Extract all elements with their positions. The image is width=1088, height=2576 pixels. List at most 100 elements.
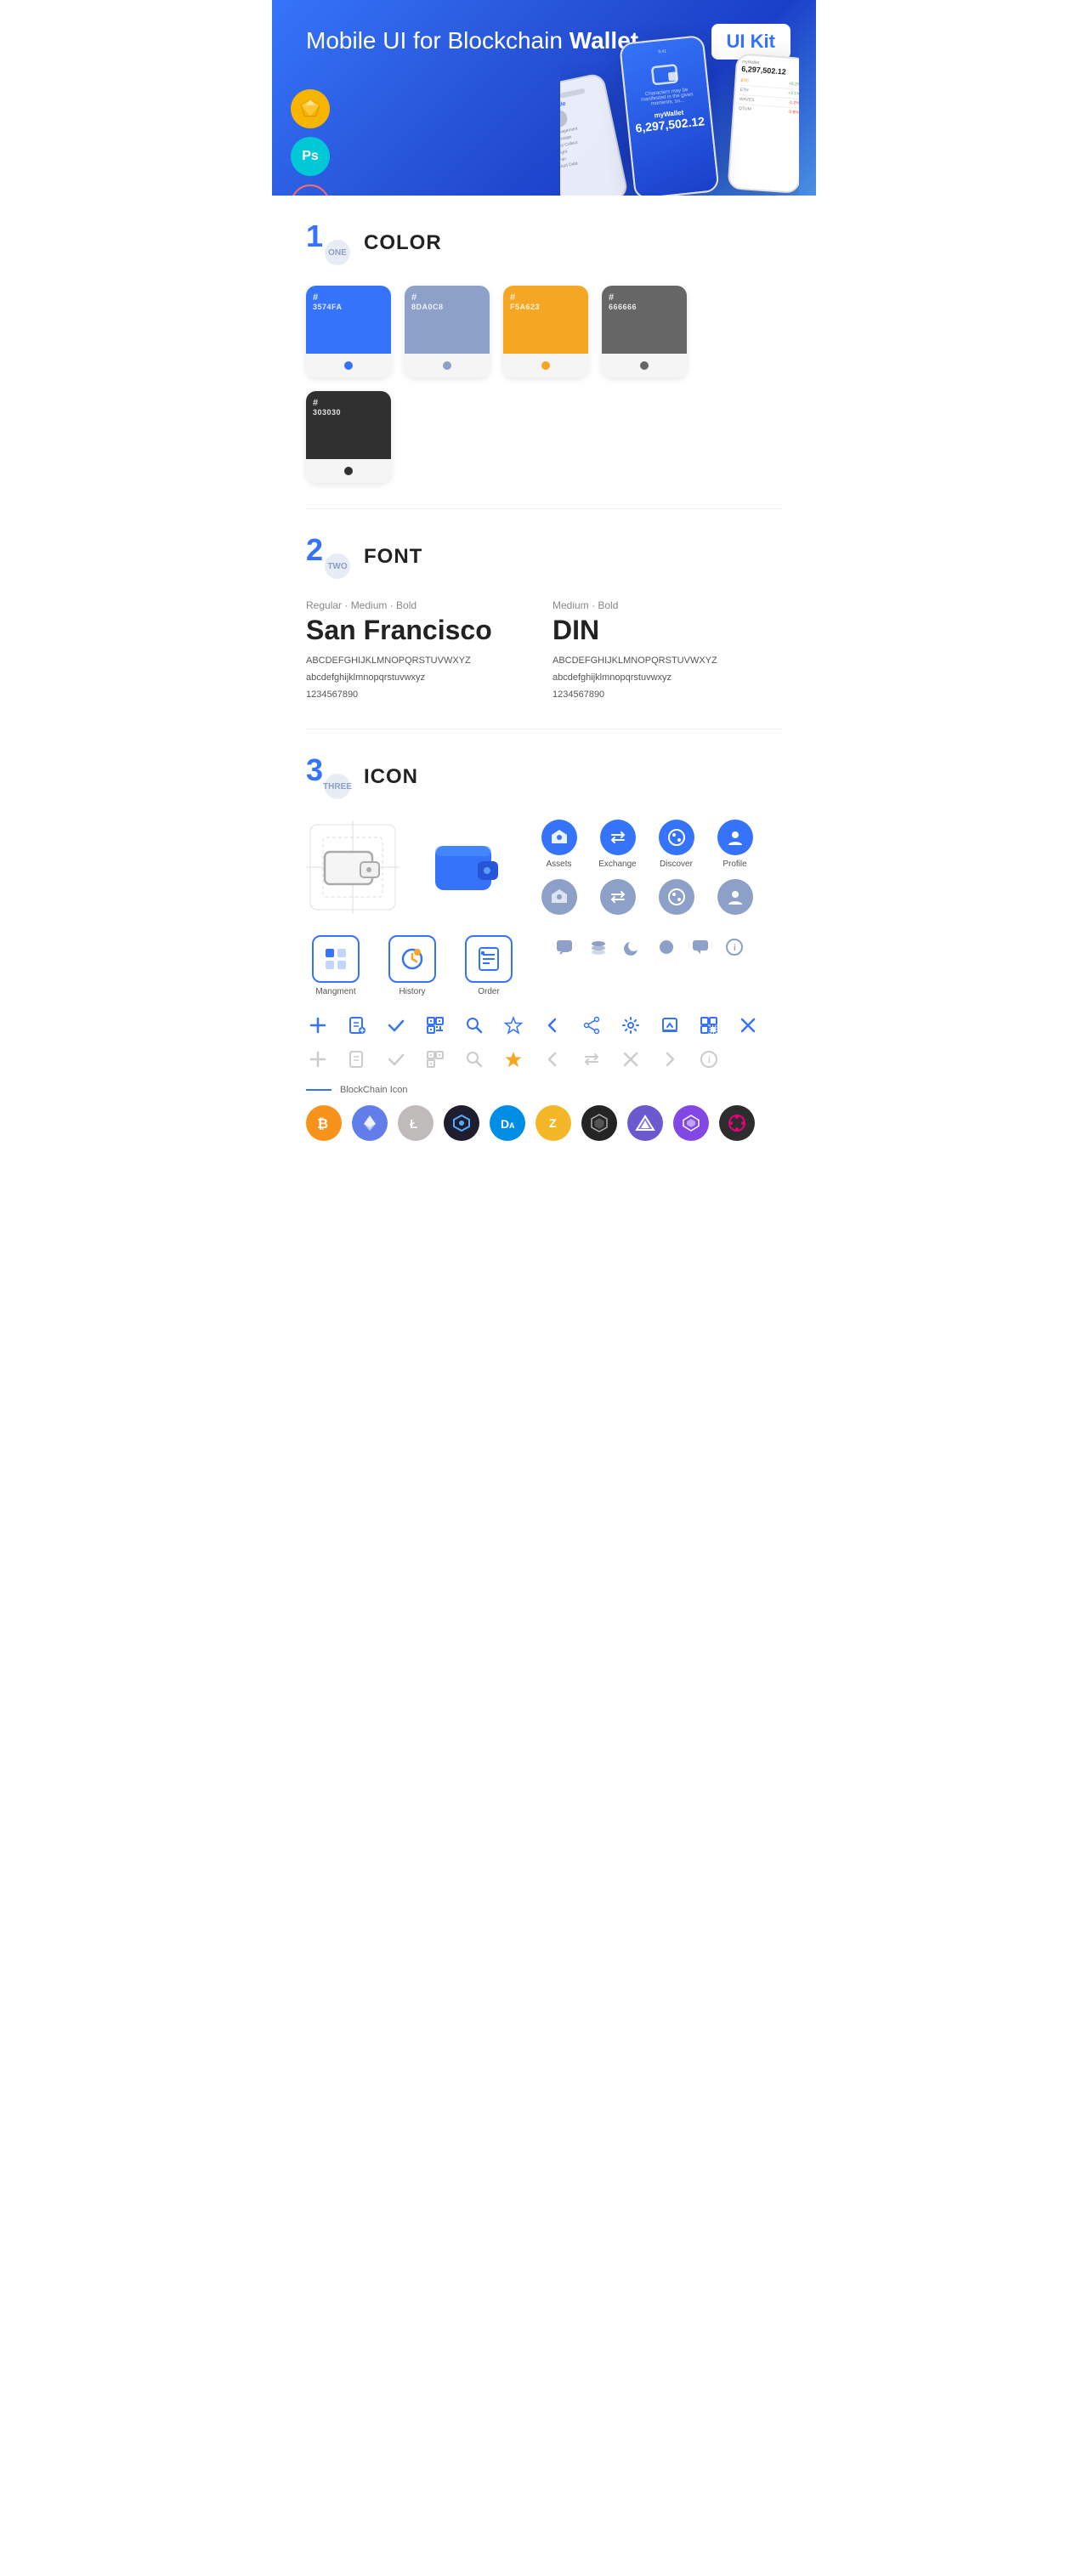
color-section-number: 1 ONE bbox=[306, 221, 350, 265]
crypto-icons-row: ₿ Ł D A bbox=[306, 1105, 782, 1141]
share-icon bbox=[580, 1013, 604, 1037]
color-swatch-blue: #3574FA bbox=[306, 286, 391, 377]
sketch-badge bbox=[291, 89, 330, 128]
font-sf: Regular · Medium · Bold San Francisco AB… bbox=[306, 599, 536, 703]
color-swatch-dark: #303030 bbox=[306, 391, 391, 483]
star-icon bbox=[502, 1013, 525, 1037]
dash-icon: D A bbox=[490, 1105, 525, 1141]
svg-text:D: D bbox=[501, 1117, 509, 1131]
icon-assets: Assets bbox=[536, 820, 582, 869]
icon-profile: Profile bbox=[711, 820, 758, 869]
info-gray-icon: i bbox=[697, 1047, 721, 1071]
phone-right: myWallet 6,297,502.12 BTC+5.2% ETH+3.1% … bbox=[727, 53, 799, 194]
moon-icon bbox=[620, 935, 644, 959]
document-gray-icon bbox=[345, 1047, 369, 1071]
chevron-left-gray-icon bbox=[541, 1047, 564, 1071]
svg-text:i: i bbox=[708, 1056, 711, 1065]
check-gray-icon bbox=[384, 1047, 408, 1071]
ltc-icon: Ł bbox=[398, 1105, 434, 1141]
close-icon bbox=[736, 1013, 760, 1037]
layers-icon bbox=[586, 935, 610, 959]
icon-wallet-filled bbox=[425, 825, 510, 910]
color-swatches-container: #3574FA #8DA0C8 #F5A623 #666666 bbox=[306, 286, 782, 483]
chat-icon bbox=[552, 935, 576, 959]
blockchain-divider: BlockChain Icon bbox=[306, 1085, 782, 1095]
utility-icons-area: i bbox=[552, 935, 746, 959]
dot-icon bbox=[719, 1105, 755, 1141]
icon-profile-gray bbox=[711, 879, 758, 915]
arrow-right-gray-icon bbox=[658, 1047, 682, 1071]
screens-badge: 60+ Screens bbox=[291, 184, 330, 196]
icon-section-title: ICON bbox=[364, 765, 418, 789]
exchange-icon bbox=[600, 820, 636, 855]
nb-icon bbox=[444, 1105, 479, 1141]
phone-mockups: Profile ManagementMessageRed CollectNigh… bbox=[560, 26, 799, 196]
icon-section: 3 THREE ICON bbox=[272, 729, 816, 1166]
icon-discover-gray bbox=[653, 879, 700, 915]
message-icon bbox=[688, 935, 712, 959]
document-add-icon bbox=[345, 1013, 369, 1037]
assets-icon bbox=[541, 820, 577, 855]
settings-icon bbox=[619, 1013, 643, 1037]
icon-assets-gray bbox=[536, 879, 582, 915]
svg-text:₿: ₿ bbox=[317, 1116, 328, 1132]
hero-badges: Ps 60+ Screens bbox=[291, 89, 330, 196]
search-gray-icon bbox=[462, 1047, 486, 1071]
icon-exchange-gray bbox=[594, 879, 641, 915]
small-icons-blue-row bbox=[306, 1013, 782, 1037]
hero-section: Mobile UI for Blockchain Wallet UI Kit P… bbox=[272, 0, 816, 196]
switch-gray-icon bbox=[580, 1047, 604, 1071]
font-section: 2 TWO FONT Regular · Medium · Bold San F… bbox=[272, 509, 816, 729]
svg-text:i: i bbox=[734, 944, 736, 953]
check-icon bbox=[384, 1013, 408, 1037]
nav-icons-blue-row: Assets Exchange bbox=[536, 820, 758, 869]
qr-gray-icon bbox=[423, 1047, 447, 1071]
plus-gray-icon bbox=[306, 1047, 330, 1071]
discover-gray-icon bbox=[659, 879, 694, 915]
close-x-gray-icon bbox=[619, 1047, 643, 1071]
management-icon bbox=[312, 935, 360, 983]
nav-icons-gray-row bbox=[536, 879, 758, 915]
icon-discover: Discover bbox=[653, 820, 700, 869]
info-icon: i bbox=[722, 935, 746, 959]
small-icons-gray-row: i bbox=[306, 1047, 782, 1071]
plus-icon bbox=[306, 1013, 330, 1037]
color-swatch-orange: #F5A623 bbox=[503, 286, 588, 377]
color-swatch-gray: #666666 bbox=[602, 286, 687, 377]
qr-icon bbox=[423, 1013, 447, 1037]
icon-management: Mangment bbox=[306, 935, 366, 996]
utility-icons-row: i bbox=[552, 935, 746, 959]
iota-icon bbox=[581, 1105, 617, 1141]
hero-title-text: Mobile UI for Blockchain bbox=[306, 27, 570, 54]
font-grid: Regular · Medium · Bold San Francisco AB… bbox=[306, 599, 782, 703]
profile-gray-icon bbox=[717, 879, 753, 915]
icon-guide-grid bbox=[306, 820, 400, 914]
phone-left: Profile ManagementMessageRed CollectNigh… bbox=[560, 72, 629, 196]
icon-section-header: 3 THREE ICON bbox=[306, 755, 782, 799]
icon-section-number: 3 THREE bbox=[306, 755, 350, 799]
profile-icon bbox=[717, 820, 753, 855]
assets-gray-icon bbox=[541, 879, 577, 915]
color-section-title: COLOR bbox=[364, 231, 442, 255]
switch-icon bbox=[697, 1013, 721, 1037]
search-icon bbox=[462, 1013, 486, 1037]
chevron-left-icon bbox=[541, 1013, 564, 1037]
eth-icon bbox=[352, 1105, 388, 1141]
phone-center: 9:41 Characters may be manifested in the… bbox=[619, 35, 720, 196]
circle-icon bbox=[654, 935, 678, 959]
matic-icon bbox=[673, 1105, 709, 1141]
svg-text:Z: Z bbox=[549, 1116, 557, 1130]
upload-icon bbox=[658, 1013, 682, 1037]
font-section-title: FONT bbox=[364, 545, 422, 569]
svg-text:Ł: Ł bbox=[410, 1117, 417, 1132]
icon-exchange: Exchange bbox=[594, 820, 641, 869]
star-orange-icon bbox=[502, 1047, 525, 1071]
font-section-number: 2 TWO bbox=[306, 535, 350, 579]
svg-text:A: A bbox=[509, 1121, 515, 1130]
font-din: Medium · Bold DIN ABCDEFGHIJKLMNOPQRSTUV… bbox=[552, 599, 782, 703]
exchange-gray-icon bbox=[600, 879, 636, 915]
icon-order: Order bbox=[459, 935, 518, 996]
color-swatch-steel: #8DA0C8 bbox=[405, 286, 490, 377]
arweave-icon bbox=[627, 1105, 663, 1141]
zcash-icon: Z bbox=[536, 1105, 571, 1141]
